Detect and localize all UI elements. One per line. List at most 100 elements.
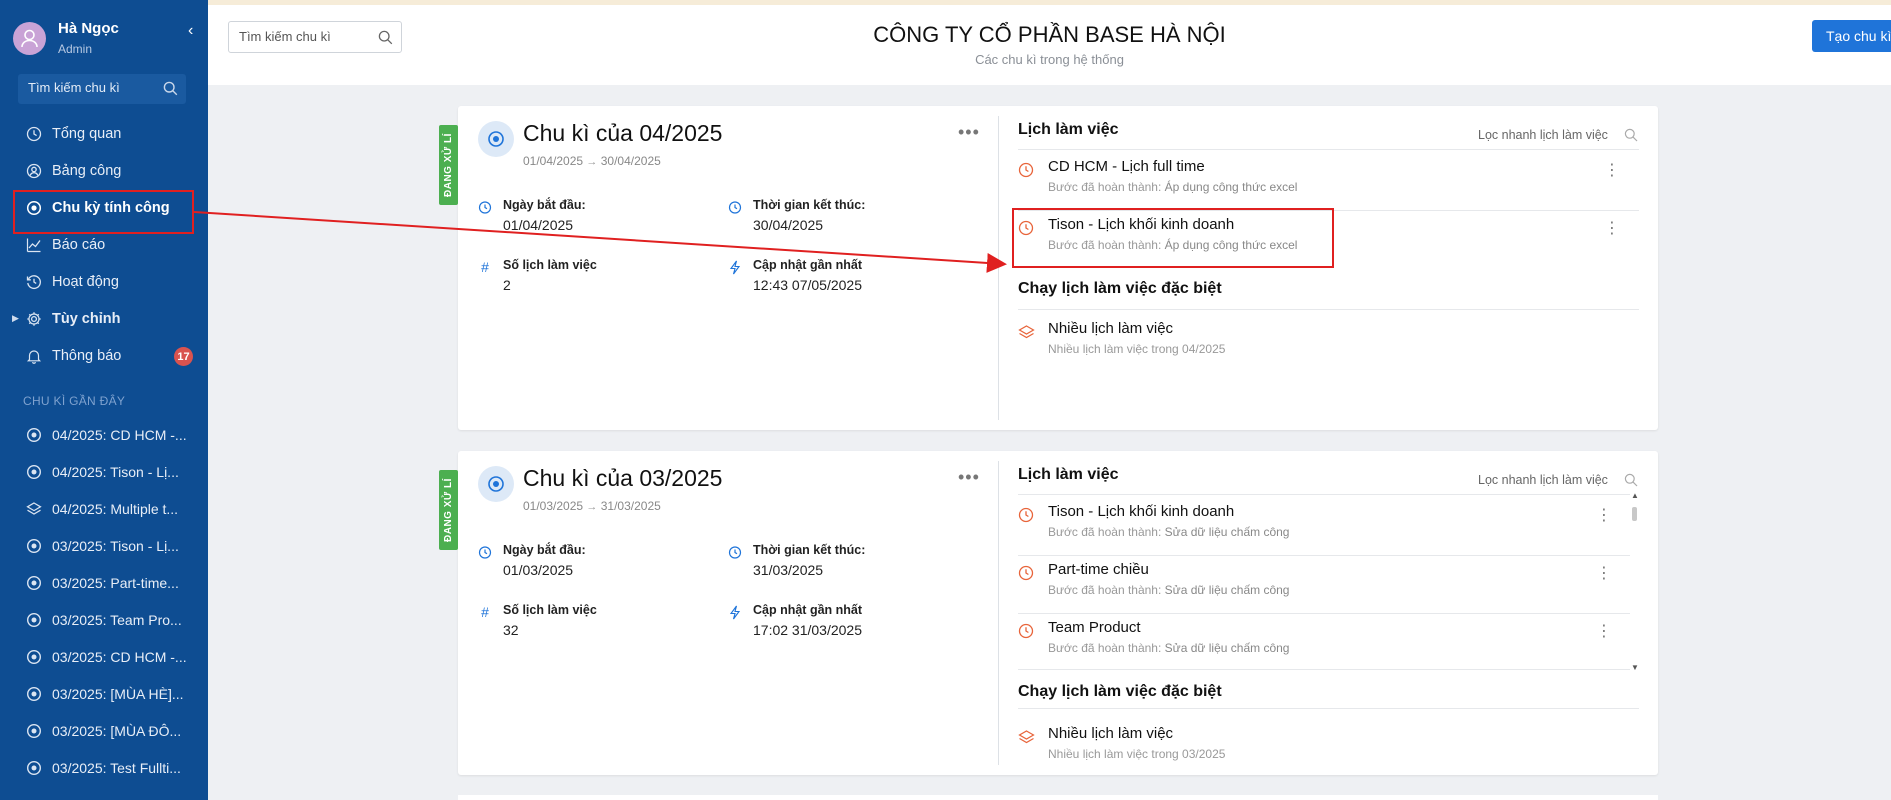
cycle-date-range: 01/03/2025 → 31/03/2025: [523, 499, 661, 513]
sidebar: Hà Ngọc Admin ‹ Tổng quan Bảng công Chu …: [0, 0, 208, 800]
sidebar-search: [18, 74, 186, 104]
recent-cycle-label: 03/2025: [MÙA HÈ]...: [52, 686, 184, 702]
special-schedules-heading: Chạy lịch làm việc đặc biệt: [1018, 280, 1222, 297]
search-icon[interactable]: [1624, 473, 1638, 487]
gear-icon: [26, 311, 42, 327]
sidebar-item-label: Hoạt động: [52, 274, 119, 290]
recent-cycle-label: 04/2025: Multiple t...: [52, 501, 179, 517]
cycle-title[interactable]: Chu kì của 04/2025: [523, 120, 722, 147]
scroll-down-icon: ▼: [1631, 663, 1639, 672]
schedule-item[interactable]: Tison - Lịch khối kinh doanh Bước đã hoà…: [1018, 499, 1618, 555]
special-schedules-heading: Chạy lịch làm việc đặc biệt: [1018, 683, 1222, 700]
scrollbar-thumb[interactable]: [1632, 507, 1637, 521]
page-subtitle: Các chu kì trong hệ thống: [975, 52, 1124, 67]
schedule-item[interactable]: Team Product Bước đã hoàn thành: Sửa dữ …: [1018, 615, 1618, 671]
sidebar-item-reports[interactable]: Báo cáo: [0, 228, 208, 262]
recent-cycles-heading: CHU KÌ GẦN ĐÂY: [23, 394, 126, 408]
create-cycle-button[interactable]: Tạo chu kì: [1812, 20, 1891, 52]
recent-cycle-item[interactable]: 03/2025: Tison - Lị...: [0, 529, 208, 563]
recent-cycle-item[interactable]: 03/2025: Team Pro...: [0, 603, 208, 637]
kebab-menu-icon[interactable]: ⋮: [1596, 508, 1612, 524]
recent-cycle-item[interactable]: 04/2025: CD HCM -...: [0, 418, 208, 452]
status-badge: ĐANG XỬ LÍ: [439, 125, 458, 205]
kebab-menu-icon[interactable]: ⋮: [1596, 624, 1612, 640]
recent-cycle-label: 03/2025: [MÙA ĐÔ...: [52, 723, 182, 739]
sidebar-item-label: Tùy chỉnh: [52, 311, 121, 327]
recent-cycle-item[interactable]: 03/2025: Test Fullti...: [0, 751, 208, 785]
divider: [1018, 669, 1630, 670]
schedule-filter-input[interactable]: Lọc nhanh lịch làm việc: [1478, 473, 1608, 487]
recent-cycle-item[interactable]: 03/2025: [MÙA ĐÔ...: [0, 714, 208, 748]
target-icon: [26, 427, 42, 443]
recent-cycle-label: 04/2025: Tison - Lị...: [52, 464, 179, 480]
recent-cycle-item[interactable]: 03/2025: Part-time...: [0, 566, 208, 600]
clock-icon: [1018, 623, 1034, 639]
schedule-step: Bước đã hoàn thành: Sửa dữ liệu chấm côn…: [1048, 641, 1290, 655]
sidebar-item-customize[interactable]: Tùy chỉnh: [0, 302, 208, 336]
sidebar-search-input[interactable]: [28, 80, 158, 95]
user-profile[interactable]: Hà Ngọc Admin: [13, 20, 203, 60]
special-schedule-item[interactable]: Nhiều lịch làm việc Nhiều lịch làm việc …: [1018, 721, 1618, 777]
chart-line-icon: [26, 237, 42, 253]
timer-icon: [728, 200, 742, 214]
schedule-item[interactable]: Part-time chiều Bước đã hoàn thành: Sửa …: [1018, 557, 1618, 613]
sidebar-item-overview[interactable]: Tổng quan: [0, 117, 208, 151]
cycle-date-range: 01/04/2025 → 30/04/2025: [523, 154, 661, 168]
special-schedule-name: Nhiều lịch làm việc: [1048, 320, 1174, 337]
clock-icon: [1018, 565, 1034, 581]
recent-cycle-label: 03/2025: Test Fullti...: [52, 760, 181, 776]
sidebar-item-timesheet[interactable]: Bảng công: [0, 154, 208, 188]
clock-icon: [1018, 507, 1034, 523]
schedule-list-scrollbar[interactable]: ▲ ▼: [1631, 491, 1639, 672]
arrow-right-icon: →: [586, 501, 598, 513]
recent-cycle-label: 03/2025: CD HCM -...: [52, 649, 187, 665]
collapse-sidebar-icon[interactable]: ‹: [188, 22, 193, 40]
schedule-filter-input[interactable]: Lọc nhanh lịch làm việc: [1478, 128, 1608, 142]
target-icon: [26, 612, 42, 628]
layers-icon: [1018, 730, 1035, 744]
clock-icon: [1018, 162, 1034, 178]
divider: [1018, 613, 1630, 614]
annotation-highlight-box: [1012, 208, 1334, 268]
recent-cycle-item[interactable]: 04/2025: Tison - Lị...: [0, 455, 208, 489]
lightning-icon: [728, 605, 742, 619]
hash-icon: #: [481, 259, 489, 275]
recent-cycle-item[interactable]: 04/2025: Multiple t...: [0, 492, 208, 526]
user-name: Hà Ngọc: [58, 20, 119, 37]
divider: [1018, 555, 1630, 556]
special-schedule-name: Nhiều lịch làm việc: [1048, 725, 1174, 742]
timer-icon: [478, 545, 492, 559]
target-icon: [26, 723, 42, 739]
schedule-name: Team Product: [1048, 619, 1141, 636]
search-icon[interactable]: [1624, 128, 1638, 142]
schedule-name: CD HCM - Lịch full time: [1048, 158, 1205, 175]
avatar[interactable]: [13, 22, 46, 55]
sidebar-item-label: Tổng quan: [52, 126, 122, 142]
kebab-menu-icon[interactable]: ⋮: [1604, 163, 1620, 179]
next-cycle-card: [458, 795, 1658, 800]
sidebar-item-activity[interactable]: Hoạt động: [0, 265, 208, 299]
company-title: CÔNG TY CỔ PHẦN BASE HÀ NỘI: [873, 22, 1226, 47]
target-icon: [26, 538, 42, 554]
arrow-right-icon: →: [586, 156, 598, 168]
cycle-title[interactable]: Chu kì của 03/2025: [523, 465, 722, 492]
clock-icon: [26, 126, 42, 142]
recent-cycle-item[interactable]: 03/2025: CD HCM -...: [0, 640, 208, 674]
notification-count-badge: 17: [174, 347, 193, 366]
target-icon: [26, 686, 42, 702]
card-divider: [998, 461, 999, 765]
schedule-item[interactable]: CD HCM - Lịch full time Bước đã hoàn thà…: [1018, 154, 1620, 210]
schedules-heading: Lịch làm việc: [1018, 466, 1119, 483]
divider: [1018, 309, 1639, 310]
layers-icon: [1018, 325, 1035, 339]
kebab-menu-icon[interactable]: ⋮: [1596, 566, 1612, 582]
more-options-icon[interactable]: •••: [958, 122, 980, 143]
kebab-menu-icon[interactable]: ⋮: [1604, 221, 1620, 237]
recent-cycle-item[interactable]: 03/2025: [MÙA HÈ]...: [0, 677, 208, 711]
special-schedule-item[interactable]: Nhiều lịch làm việc Nhiều lịch làm việc …: [1018, 316, 1618, 372]
schedule-name: Tison - Lịch khối kinh doanh: [1048, 503, 1235, 520]
search-icon[interactable]: [163, 81, 178, 96]
target-icon: [26, 649, 42, 665]
recent-cycle-label: 03/2025: Tison - Lị...: [52, 538, 179, 554]
more-options-icon[interactable]: •••: [958, 467, 980, 488]
